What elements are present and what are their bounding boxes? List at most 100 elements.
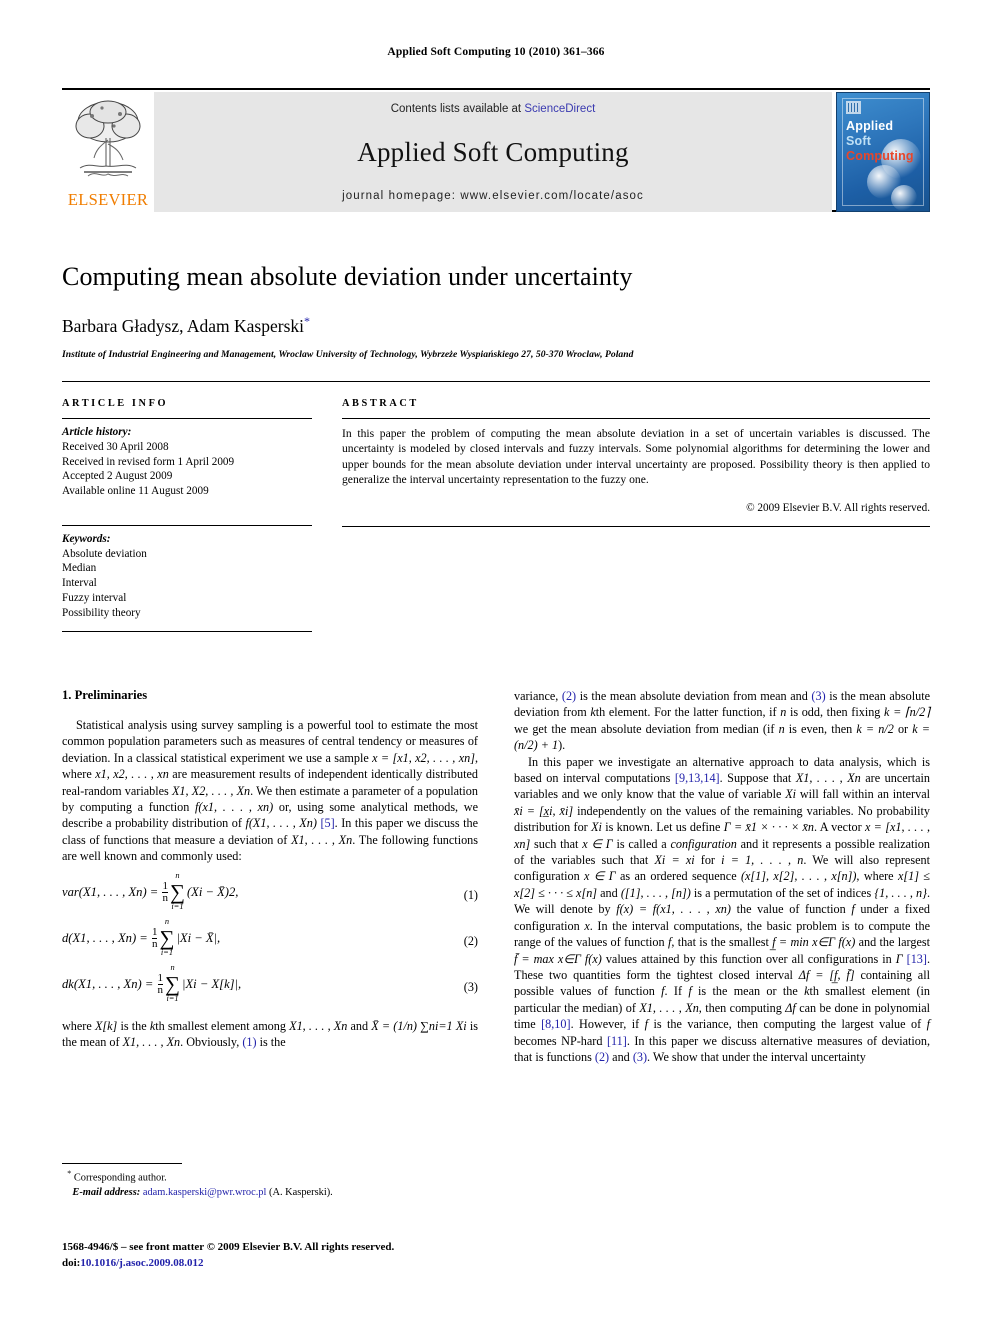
masthead-center-panel: Contents lists available at ScienceDirec… — [154, 92, 832, 212]
sciencedirect-link[interactable]: ScienceDirect — [524, 103, 595, 115]
text-run: variance, — [514, 689, 562, 703]
equation-2-number: (2) — [463, 933, 478, 948]
text-run: is the variance, then computing the larg… — [648, 1017, 927, 1032]
sum-lower-limit: i=1 — [166, 994, 179, 1004]
article-history: Article history: Received 30 April 2008 … — [62, 419, 312, 499]
math-f-min: f̲ = min x∈Γ f(x) — [772, 935, 856, 950]
text-run: , that is the smallest — [671, 935, 773, 950]
citation-link[interactable]: [13] — [907, 952, 927, 966]
equation-3-lhs: dk(X1, . . . , Xn) = — [62, 976, 154, 991]
sum-upper-limit: n — [164, 917, 170, 927]
abstract-heading: ABSTRACT — [342, 398, 419, 409]
text-run: and — [597, 885, 621, 900]
math-vars: x1, x2, . . . , xn — [95, 767, 169, 782]
summation-icon: ∑ n i=1 — [159, 917, 175, 958]
author-list: Barbara Gładysz, Adam Kasperski* — [62, 314, 930, 337]
fraction-denominator: n — [157, 984, 164, 997]
equation-3-number: (3) — [463, 979, 478, 994]
abstract-rule-bottom — [342, 525, 930, 527]
article-info-column: ARTICLE INFO Article history: Received 3… — [62, 398, 312, 632]
math-k-ceil: k = ⌈n/2⌉ — [884, 705, 931, 720]
text-run: for — [694, 853, 722, 868]
cover-title-line-3: Computing — [846, 148, 914, 163]
text-run: is the — [256, 1035, 286, 1050]
text-run: as an ordered sequence — [615, 869, 741, 884]
math-Xvars2: X1, . . . , Xn — [291, 832, 353, 847]
fraction-denominator: n — [162, 892, 168, 905]
math-delta-f: Δf = [f̲, f̄] — [798, 967, 855, 982]
citation-link[interactable]: [9,13,14] — [675, 771, 720, 785]
corresponding-author-note: * Corresponding author. — [62, 1169, 478, 1186]
text-run: such that — [530, 836, 583, 851]
summation-icon: ∑ n i=1 — [165, 963, 181, 1004]
math-delta-f-2: Δf — [785, 1000, 796, 1015]
math-Xvars: X1, X2, . . . , Xn — [171, 783, 251, 798]
citation-link[interactable]: [8,10] — [541, 1017, 570, 1031]
article-info-heading: ARTICLE INFO — [62, 398, 169, 409]
email-label: E-mail address: — [72, 1186, 141, 1198]
running-head: Applied Soft Computing 10 (2010) 361–366 — [387, 46, 605, 58]
fraction-numerator: 1 — [162, 879, 168, 892]
equation-reference[interactable]: (3) — [633, 1050, 647, 1064]
corresponding-author-marker[interactable]: * — [304, 314, 310, 328]
math-f6: f — [926, 1017, 930, 1032]
cover-title-line-2: Soft — [846, 133, 872, 148]
elsevier-wordmark: ELSEVIER — [67, 190, 149, 209]
history-item: Received 30 April 2008 — [62, 440, 169, 453]
footnote-block: * Corresponding author. E-mail address: … — [62, 1163, 478, 1200]
citation-link[interactable]: [11] — [607, 1034, 627, 1048]
term-configuration: configuration — [670, 836, 737, 851]
text-run: . However, if — [570, 1017, 645, 1032]
footnote-text: Corresponding author. — [73, 1172, 167, 1184]
equation-reference[interactable]: (2) — [595, 1050, 609, 1064]
fraction: 1n — [151, 925, 158, 951]
paper-page: Applied Soft Computing 10 (2010) 361–366 — [0, 0, 992, 1323]
citation-link[interactable]: [5] — [320, 816, 334, 830]
equation-2: d(X1, . . . , Xn) = 1 n ∑ n i=1 |Xi − X̄|, (2… — [62, 917, 478, 958]
sum-lower-limit: i=1 — [171, 902, 184, 912]
text-run: and — [347, 1018, 372, 1033]
math-fx: f(x1, . . . , xn) — [195, 800, 274, 815]
text-run: and — [609, 1049, 633, 1064]
doi-link[interactable]: 10.1016/j.asoc.2009.08.012 — [80, 1257, 203, 1269]
fraction: 1n — [157, 972, 164, 997]
cover-bubble-3 — [891, 185, 917, 211]
text-run: the value of function — [730, 902, 852, 917]
contents-available-line: Contents lists available at ScienceDirec… — [154, 103, 832, 115]
abstract-copyright: © 2009 Elsevier B.V. All rights reserved… — [746, 501, 930, 514]
paragraph-preliminaries: Statistical analysis using survey sampli… — [62, 717, 478, 865]
math-mean: X̄ = (1/n) ∑ni=1 Xi — [371, 1018, 467, 1033]
paragraph-interval-computations: In this paper we investigate an alternat… — [514, 754, 930, 1066]
equation-reference[interactable]: (1) — [242, 1035, 256, 1049]
sum-upper-limit: n — [175, 871, 180, 881]
footnote-divider — [62, 1163, 182, 1164]
doi-line: doi:10.1016/j.asoc.2009.08.012 — [62, 1256, 562, 1272]
math-Xvars: X1, . . . , Xn — [795, 771, 861, 786]
title-block: Computing mean absolute deviation under … — [62, 262, 930, 360]
keywords-list: Keywords: Absolute deviation Median Inte… — [62, 526, 312, 621]
abstract-column: ABSTRACT In this paper the problem of co… — [342, 398, 930, 632]
cover-title: Applied Soft Computing — [846, 119, 914, 163]
keyword-item: Median — [62, 562, 97, 575]
text-run: ). — [558, 738, 566, 753]
math-Xi-eq-xi: Xi = xi — [654, 853, 695, 868]
footnote-marker: * — [67, 1169, 72, 1178]
equation-1-lhs: var(X1, . . . , Xn) = — [62, 884, 159, 899]
journal-homepage-line[interactable]: journal homepage: www.elsevier.com/locat… — [154, 190, 832, 202]
equation-reference[interactable]: (2) — [562, 689, 576, 703]
math-index-set: {1, . . . , n} — [874, 885, 927, 900]
math-Xk: X[k] — [94, 1018, 118, 1033]
math-Xi: Xi — [785, 787, 797, 802]
text-run: th smallest element among — [155, 1018, 290, 1033]
text-run: is the mean absolute deviation from mean… — [576, 689, 812, 703]
elsevier-logo: ELSEVIER — [62, 92, 154, 212]
contents-prefix: Contents lists available at — [390, 103, 525, 115]
math-vars2: X1, . . . , Xn — [122, 1035, 181, 1050]
fraction-numerator: 1 — [151, 925, 158, 938]
text-run: . A vector — [814, 820, 865, 835]
equation-2-lhs: d(X1, . . . , Xn) = — [62, 930, 148, 945]
text-run: becomes NP-hard — [514, 1033, 607, 1048]
equation-reference[interactable]: (3) — [811, 689, 825, 703]
email-link[interactable]: adam.kasperski@pwr.wroc.pl — [143, 1187, 267, 1198]
keywords-label: Keywords: — [62, 532, 111, 545]
